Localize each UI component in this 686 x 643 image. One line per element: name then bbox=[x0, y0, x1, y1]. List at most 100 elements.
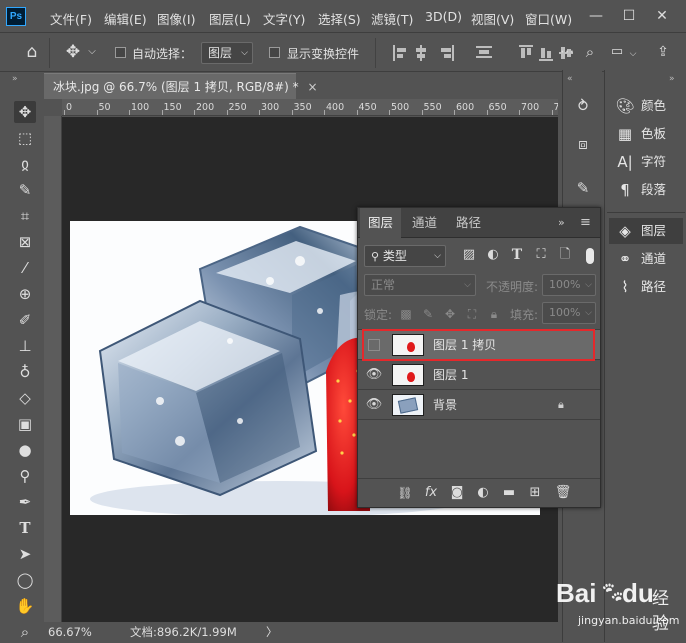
ruler-tick bbox=[551, 110, 553, 115]
document-tab[interactable]: 冰块.jpg @ 66.7% (图层 1 拷贝, RGB/8#) * × bbox=[44, 73, 318, 99]
history-brush-tool-icon[interactable]: ♁ bbox=[14, 361, 36, 383]
lock-artboard-icon[interactable]: ⛶ bbox=[464, 304, 480, 324]
move-tool-icon[interactable]: ✥ bbox=[14, 101, 36, 123]
maximize-button[interactable]: ☐ bbox=[618, 5, 640, 27]
zoom-tool-icon[interactable]: ⌕ bbox=[14, 621, 36, 643]
history-panel-icon[interactable]: ⥁ bbox=[572, 96, 594, 116]
character-panel-tab[interactable]: A| 字符 bbox=[609, 149, 683, 175]
eye-icon[interactable]: 👁︎ bbox=[362, 360, 386, 390]
menu-3d[interactable]: 3D(D) bbox=[425, 9, 462, 24]
lock-image-icon[interactable]: ✎ bbox=[420, 304, 436, 324]
tab-close-icon[interactable]: × bbox=[307, 80, 317, 94]
paragraph-panel-tab[interactable]: ¶ 段落 bbox=[609, 177, 683, 203]
color-panel-tab[interactable]: 🎨︎ 颜色 bbox=[609, 93, 683, 119]
blend-mode-dropdown[interactable]: 正常 ⌵ bbox=[364, 274, 476, 296]
filter-pixel-icon[interactable]: ▨ bbox=[460, 245, 478, 265]
layer-name[interactable]: 背景 bbox=[433, 390, 457, 420]
share-icon[interactable]: ⇪ bbox=[654, 42, 672, 62]
adjustment-layer-icon[interactable]: ◐ bbox=[474, 483, 492, 503]
add-mask-icon[interactable]: ◙ bbox=[448, 483, 466, 503]
filter-smart-object-icon[interactable]: 🗋︎ bbox=[556, 245, 574, 265]
menu-file[interactable]: 文件(F) bbox=[50, 9, 92, 28]
panel-collapse-icon[interactable]: » bbox=[558, 216, 565, 229]
lasso-tool-icon[interactable]: ჲ bbox=[14, 153, 36, 175]
type-tool-icon[interactable]: T bbox=[14, 517, 36, 539]
panel-menu-icon[interactable]: ≡ bbox=[580, 215, 591, 230]
layer-filter-dropdown[interactable]: ⚲ 类型 ⌵ bbox=[364, 245, 446, 267]
fx-icon[interactable]: fx bbox=[422, 483, 440, 503]
marquee-tool-icon[interactable]: ⬚ bbox=[14, 127, 36, 149]
path-select-tool-icon[interactable]: ➤ bbox=[14, 543, 36, 565]
filter-adjustment-icon[interactable]: ◐ bbox=[484, 245, 502, 265]
status-menu-arrow-icon[interactable]: 〉 bbox=[266, 623, 278, 641]
stamp-tool-icon[interactable]: ⊥ bbox=[14, 335, 36, 357]
menu-window[interactable]: 窗口(W) bbox=[525, 9, 572, 28]
menu-filter[interactable]: 滤镜(T) bbox=[371, 9, 413, 28]
menu-type[interactable]: 文字(Y) bbox=[263, 9, 305, 28]
layer-name[interactable]: 图层 1 bbox=[433, 360, 468, 390]
lock-all-icon[interactable]: 🔒︎ bbox=[486, 304, 502, 324]
move-tool-icon[interactable]: ✥ bbox=[63, 42, 83, 62]
chevron-down-icon[interactable]: ⌵ bbox=[628, 44, 638, 64]
hand-tool-icon[interactable]: ✋ bbox=[14, 595, 36, 617]
fill-field[interactable]: 100% ⌵ bbox=[542, 302, 596, 324]
minimize-button[interactable]: — bbox=[585, 5, 607, 27]
lock-position-icon[interactable]: ✥ bbox=[442, 304, 458, 324]
new-group-icon[interactable]: ▬ bbox=[500, 483, 518, 503]
show-transform-checkbox[interactable] bbox=[269, 47, 280, 58]
frame-tool-icon[interactable]: ⊠ bbox=[14, 231, 36, 253]
close-button[interactable]: ✕ bbox=[651, 5, 673, 27]
link-layers-icon[interactable]: ⛓ bbox=[396, 483, 414, 503]
auto-select-checkbox[interactable] bbox=[115, 47, 126, 58]
layer-row[interactable]: 👁︎ 图层 1 bbox=[358, 360, 600, 390]
eyedropper-tool-icon[interactable]: ⁄ bbox=[14, 257, 36, 279]
new-layer-icon[interactable]: ⊞ bbox=[526, 483, 544, 503]
menu-edit[interactable]: 编辑(E) bbox=[104, 9, 147, 28]
toolbar-collapse-icon[interactable]: » bbox=[9, 74, 41, 98]
delete-layer-icon[interactable]: 🗑︎ bbox=[554, 483, 572, 503]
lock-transparent-icon[interactable]: ▩ bbox=[398, 304, 414, 324]
filter-type-icon[interactable]: T bbox=[508, 245, 526, 265]
ruler-label: 100 bbox=[131, 102, 150, 113]
tab-channels[interactable]: 通道 bbox=[404, 208, 445, 238]
healing-tool-icon[interactable]: ⊕ bbox=[14, 283, 36, 305]
opacity-field[interactable]: 100% ⌵ bbox=[542, 274, 596, 296]
zoom-level[interactable]: 66.67% bbox=[48, 623, 92, 641]
quick-select-tool-icon[interactable]: ✎ bbox=[14, 179, 36, 201]
more-options-icon[interactable]: ··· bbox=[560, 42, 574, 62]
filter-toggle[interactable] bbox=[586, 248, 594, 264]
pen-tool-icon[interactable]: ✒ bbox=[14, 491, 36, 513]
eye-icon[interactable]: 👁︎ bbox=[362, 390, 386, 420]
ruler-tick bbox=[356, 110, 358, 115]
tab-layers[interactable]: 图层 bbox=[360, 208, 402, 238]
crop-tool-icon[interactable]: ⌗ bbox=[14, 205, 36, 227]
3d-panel-icon[interactable]: ⧈ bbox=[572, 134, 594, 154]
swatches-panel-tab[interactable]: ▦ 色板 bbox=[609, 121, 683, 147]
brush-tool-icon[interactable]: ✐ bbox=[14, 309, 36, 331]
layer-row[interactable]: 👁︎ 背景 🔒︎ bbox=[358, 390, 600, 420]
blur-tool-icon[interactable]: ● bbox=[14, 439, 36, 461]
eraser-tool-icon[interactable]: ◇ bbox=[14, 387, 36, 409]
dock-collapse-icon[interactable]: » bbox=[669, 74, 675, 84]
horizontal-ruler: 0 50 100 150 200 250 300 350 400 450 500 550 600 650 7… bbox=[62, 99, 558, 116]
menu-select[interactable]: 选择(S) bbox=[318, 9, 361, 28]
layers-panel-tab[interactable]: ◈ 图层 bbox=[609, 218, 683, 244]
channels-panel-tab[interactable]: ⚭ 通道 bbox=[609, 246, 683, 272]
dock-collapse-icon[interactable]: « bbox=[567, 74, 573, 84]
filter-shape-icon[interactable]: ⛶ bbox=[532, 245, 550, 265]
auto-select-dropdown[interactable]: 图层 ⌵ bbox=[201, 42, 253, 64]
menu-image[interactable]: 图像(I) bbox=[157, 9, 195, 28]
menu-view[interactable]: 视图(V) bbox=[471, 9, 514, 28]
paths-panel-tab[interactable]: ⌇ 路径 bbox=[609, 274, 683, 300]
align-icons[interactable] bbox=[392, 44, 522, 62]
workspace-icon[interactable]: ▭ bbox=[608, 42, 626, 62]
dodge-tool-icon[interactable]: ⚲ bbox=[14, 465, 36, 487]
brush-settings-icon[interactable]: ✎ bbox=[572, 178, 594, 198]
search-icon[interactable]: ⌕ bbox=[581, 42, 599, 62]
tab-paths[interactable]: 路径 bbox=[448, 208, 489, 238]
chevron-down-icon[interactable]: ⌵ bbox=[86, 42, 98, 62]
gradient-tool-icon[interactable]: ▣ bbox=[14, 413, 36, 435]
home-icon[interactable]: ⌂ bbox=[22, 42, 42, 62]
ellipse-tool-icon[interactable]: ◯ bbox=[14, 569, 36, 591]
menu-layer[interactable]: 图层(L) bbox=[209, 9, 251, 28]
